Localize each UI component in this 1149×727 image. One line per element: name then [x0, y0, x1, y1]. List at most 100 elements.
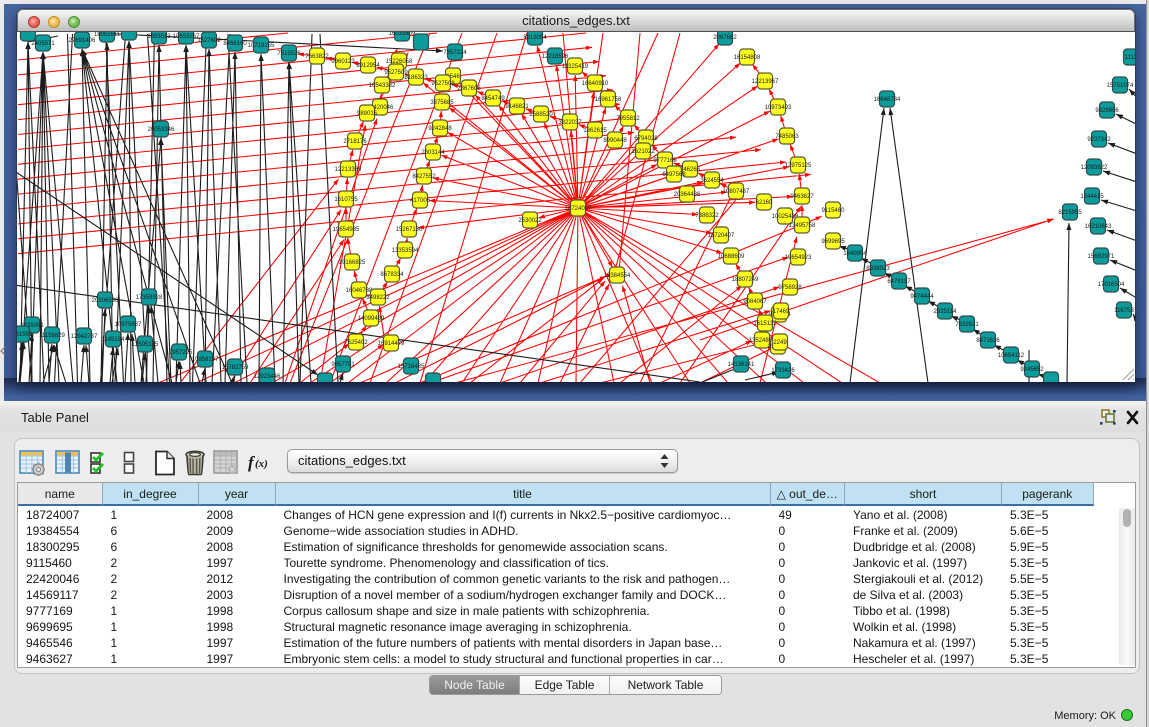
svg-text:19654985: 19654985 [333, 227, 360, 233]
svg-text:9242848: 9242848 [428, 126, 452, 132]
svg-text:11325419: 11325419 [562, 64, 589, 70]
svg-text:3375685: 3375685 [430, 100, 454, 106]
svg-text:19654923: 19654923 [785, 255, 812, 261]
svg-text:16648784: 16648784 [874, 97, 901, 103]
svg-text:1640954: 1640954 [843, 251, 867, 257]
svg-text:8471626: 8471626 [976, 338, 1000, 344]
svg-text:1527602: 1527602 [197, 38, 221, 44]
svg-text:12213369: 12213369 [335, 167, 362, 173]
svg-text:1733426: 1733426 [771, 368, 795, 374]
svg-text:1615132: 1615132 [753, 321, 777, 327]
svg-text:9146821: 9146821 [505, 104, 529, 110]
svg-text:8454749: 8454749 [481, 96, 505, 102]
svg-text:1893513: 1893513 [147, 34, 171, 40]
svg-text:7515526: 7515526 [277, 51, 301, 57]
svg-text:9756928: 9756928 [778, 285, 802, 291]
svg-text:7357224: 7357224 [443, 50, 467, 56]
svg-text:7485063: 7485063 [775, 134, 799, 140]
svg-text:12975125: 12975125 [785, 163, 812, 169]
svg-text:12218596: 12218596 [542, 54, 569, 60]
svg-text:14136141: 14136141 [728, 362, 755, 368]
svg-text:10975887: 10975887 [115, 322, 142, 328]
svg-text:16210643: 16210643 [1085, 224, 1112, 230]
svg-text:15716485: 15716485 [398, 364, 425, 370]
svg-text:13495758: 13495758 [789, 223, 816, 229]
svg-text:7955812: 7955812 [616, 116, 640, 122]
svg-text:3822037: 3822037 [558, 120, 582, 126]
svg-text:8813054: 8813054 [523, 35, 547, 41]
svg-text:8938923: 8938923 [866, 266, 890, 272]
svg-text:16961758: 16961758 [595, 97, 622, 103]
svg-text:6479197: 6479197 [887, 279, 911, 285]
svg-text:19166825: 19166825 [339, 260, 366, 266]
svg-text:1244415: 1244415 [1080, 194, 1104, 200]
svg-text:14099489: 14099489 [358, 316, 385, 322]
svg-text:417005: 417005 [410, 198, 431, 204]
svg-text:13353594: 13353594 [392, 248, 419, 254]
svg-text:15751074: 15751074 [1107, 83, 1134, 89]
svg-text:2405571: 2405571 [31, 41, 55, 47]
svg-text:6794028: 6794028 [634, 136, 658, 142]
svg-text:2249: 2249 [773, 340, 787, 346]
svg-text:20053346: 20053346 [148, 127, 175, 133]
svg-text:12505135: 12505135 [132, 342, 159, 348]
svg-text:19384554: 19384554 [604, 273, 631, 279]
svg-text:989016: 989016 [357, 111, 378, 117]
svg-text:15720407: 15720407 [708, 233, 735, 239]
svg-text:1145194: 1145194 [102, 337, 126, 343]
svg-text:9463627: 9463627 [790, 194, 814, 200]
svg-text:6497568: 6497568 [662, 172, 686, 178]
svg-text:8678334: 8678334 [380, 272, 404, 278]
svg-text:9329966: 9329966 [1095, 108, 1119, 114]
svg-text:12093822: 12093822 [1081, 165, 1108, 171]
svg-text:7632621: 7632621 [955, 322, 979, 328]
svg-text:10973493: 10973493 [765, 105, 792, 111]
svg-text:9699695: 9699695 [821, 239, 845, 245]
svg-text:16914479: 16914479 [378, 341, 405, 347]
svg-text:10807487: 10807487 [723, 189, 750, 195]
svg-text:9115460: 9115460 [822, 208, 846, 214]
svg-text:10653267: 10653267 [173, 34, 200, 40]
svg-text:1362615: 1362615 [583, 128, 607, 134]
svg-text:8466160: 8466160 [223, 41, 247, 47]
svg-text:16033809: 16033809 [389, 32, 416, 37]
svg-text:17957225: 17957225 [166, 350, 193, 356]
svg-text:27691406: 27691406 [69, 38, 96, 44]
svg-text:1621022: 1621022 [631, 149, 655, 155]
svg-text:9227342: 9227342 [1087, 137, 1111, 143]
svg-text:391591: 391591 [17, 332, 33, 338]
svg-text:20364436: 20364436 [674, 192, 701, 198]
svg-text:18724007: 18724007 [565, 206, 592, 212]
svg-text:8912954: 8912954 [356, 63, 380, 69]
svg-text:2087682: 2087682 [713, 35, 737, 41]
svg-text:17016504: 17016504 [1098, 282, 1125, 288]
svg-text:16046788: 16046788 [346, 288, 373, 294]
svg-text:116753: 116753 [1114, 308, 1134, 314]
svg-text:9084067: 9084067 [743, 299, 767, 305]
svg-text:2588520: 2588520 [529, 112, 553, 118]
svg-text:15267130: 15267130 [396, 227, 423, 233]
svg-text:17359928: 17359928 [136, 295, 163, 301]
svg-text:7386322: 7386322 [695, 213, 719, 219]
svg-text:1112: 1112 [1125, 55, 1135, 61]
svg-text:62160: 62160 [756, 200, 773, 206]
svg-text:8427552: 8427552 [412, 174, 436, 180]
svg-text:9777169: 9777169 [653, 158, 677, 164]
svg-text:2530022: 2530022 [518, 218, 542, 224]
svg-text:8990448: 8990448 [603, 138, 627, 144]
svg-text:16543382: 16543382 [369, 83, 396, 89]
svg-text:17469: 17469 [773, 309, 790, 315]
svg-text:16782759: 16782759 [222, 365, 249, 371]
svg-text:8215955: 8215955 [1058, 210, 1082, 216]
svg-text:(x): (x) [255, 458, 268, 470]
svg-text:1610755: 1610755 [334, 197, 358, 203]
svg-text:18807249: 18807249 [732, 277, 759, 283]
svg-text:3624554: 3624554 [700, 178, 724, 184]
svg-text:15692971: 15692971 [1088, 254, 1115, 260]
svg-text:20206536: 20206536 [92, 298, 119, 304]
svg-text:10654112: 10654112 [998, 353, 1025, 359]
svg-text:2803144: 2803144 [421, 150, 445, 156]
svg-text:18051611: 18051611 [94, 32, 121, 38]
svg-text:10958107: 10958107 [192, 357, 219, 363]
svg-text:10719155: 10719155 [248, 43, 275, 49]
